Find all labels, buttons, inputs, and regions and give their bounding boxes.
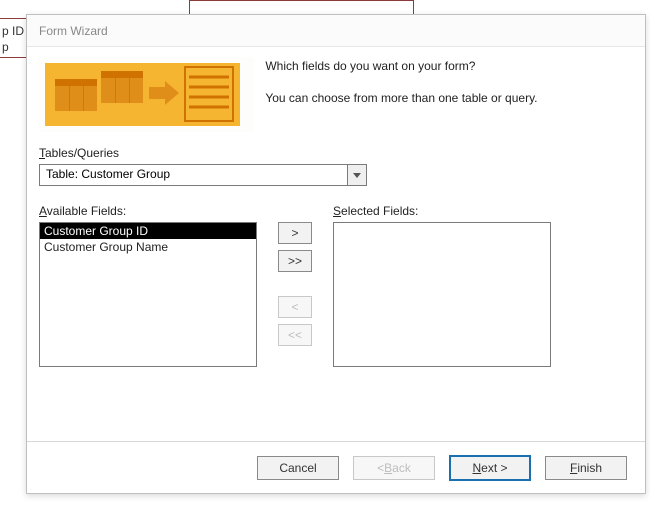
finish-button[interactable]: Finish xyxy=(545,456,627,480)
list-item[interactable]: Customer Group Name xyxy=(40,239,256,255)
bg-text-1: p ID xyxy=(2,23,24,39)
dialog-footer: Cancel < Back Next > Finish xyxy=(27,441,645,493)
intro-text: Which fields do you want on your form? Y… xyxy=(265,57,605,123)
intro-line-2: You can choose from more than one table … xyxy=(265,91,605,105)
dialog-title: Form Wizard xyxy=(39,24,108,38)
background-panel-left: p ID p Nar xyxy=(0,18,27,58)
next-button[interactable]: Next > xyxy=(449,455,531,481)
add-all-fields-button[interactable]: >> xyxy=(278,250,312,272)
dialog-titlebar: Form Wizard xyxy=(27,15,645,47)
remove-all-fields-button: << xyxy=(278,324,312,346)
back-button: < Back xyxy=(353,456,435,480)
wizard-illustration xyxy=(39,57,254,132)
list-item[interactable]: Customer Group ID xyxy=(40,223,256,239)
available-fields-listbox[interactable]: Customer Group IDCustomer Group Name xyxy=(39,222,257,367)
form-wizard-dialog: Form Wizard Which field xyxy=(26,14,646,494)
selected-fields-listbox[interactable] xyxy=(333,222,551,367)
tables-queries-dropdown-button[interactable] xyxy=(347,164,367,186)
tables-queries-value[interactable]: Table: Customer Group xyxy=(39,164,347,186)
tables-queries-combo[interactable]: Table: Customer Group xyxy=(39,164,367,186)
bg-text-2: p Nar xyxy=(2,39,24,58)
chevron-down-icon xyxy=(353,173,361,178)
remove-field-button: < xyxy=(278,296,312,318)
available-fields-label: Available Fields: xyxy=(39,204,257,218)
dialog-content: Which fields do you want on your form? Y… xyxy=(27,47,645,441)
cancel-button[interactable]: Cancel xyxy=(257,456,339,480)
add-field-button[interactable]: > xyxy=(278,222,312,244)
intro-line-1: Which fields do you want on your form? xyxy=(265,59,605,73)
selected-fields-label: Selected Fields: xyxy=(333,204,551,218)
tables-queries-label: Tables/Queries xyxy=(39,146,633,160)
